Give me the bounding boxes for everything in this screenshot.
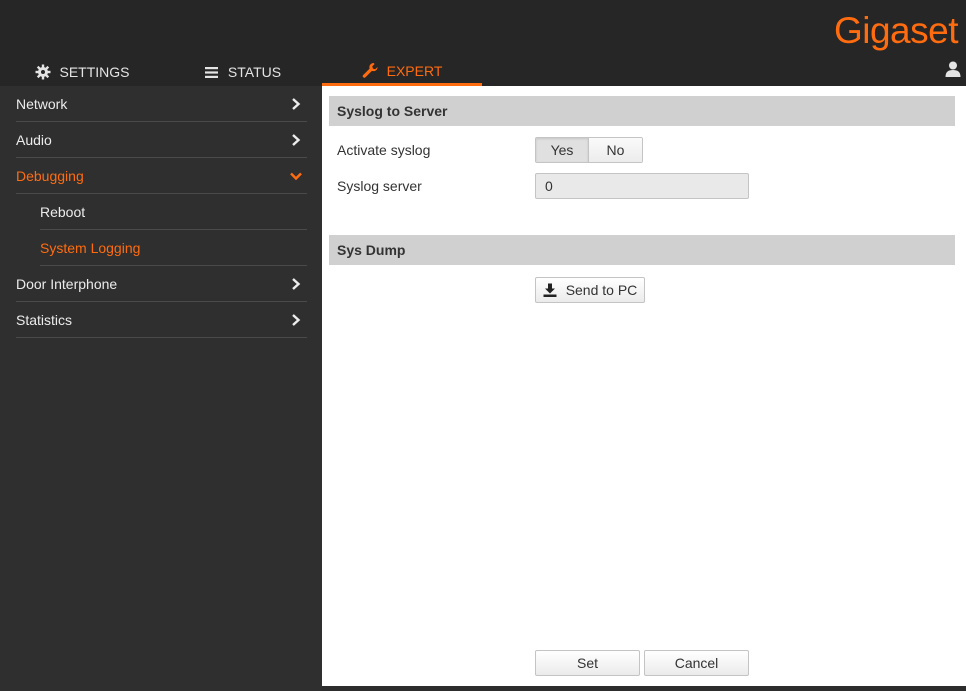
- sidebar-item-reboot[interactable]: Reboot: [40, 194, 307, 230]
- sidebar-item-door-interphone[interactable]: Door Interphone: [16, 266, 307, 302]
- sidebar-item-statistics[interactable]: Statistics: [16, 302, 307, 338]
- cancel-button[interactable]: Cancel: [644, 650, 749, 676]
- main-tabs: SETTINGS STATUS EXPERT: [0, 58, 960, 86]
- gear-icon: [34, 63, 52, 81]
- header-bar: Gigaset SETTINGS STATUS EXPERT: [0, 0, 966, 86]
- activate-syslog-label: Activate syslog: [337, 142, 431, 158]
- chevron-right-icon: [289, 313, 303, 327]
- set-button[interactable]: Set: [535, 650, 640, 676]
- tab-settings-label: SETTINGS: [59, 64, 130, 80]
- sidebar-item-debugging[interactable]: Debugging: [16, 158, 307, 194]
- sidebar: Network Audio Debugging Reboot System Lo…: [0, 86, 322, 691]
- sidebar-item-label: Network: [16, 95, 68, 112]
- send-to-pc-button[interactable]: Send to PC: [535, 277, 645, 303]
- sysdump-section-title: Sys Dump: [329, 235, 955, 265]
- syslog-server-input[interactable]: [535, 173, 749, 199]
- wrench-icon: [362, 62, 380, 80]
- sidebar-item-label: Audio: [16, 131, 52, 148]
- chevron-down-icon: [289, 169, 303, 183]
- sidebar-item-network[interactable]: Network: [16, 86, 307, 122]
- main-content: Syslog to Server Activate syslog Yes No …: [322, 86, 966, 686]
- tab-settings[interactable]: SETTINGS: [2, 58, 162, 86]
- sidebar-item-label: Debugging: [16, 167, 84, 184]
- sidebar-item-audio[interactable]: Audio: [16, 122, 307, 158]
- no-option[interactable]: No: [589, 138, 642, 162]
- tab-expert[interactable]: EXPERT: [322, 58, 482, 86]
- yes-option[interactable]: Yes: [536, 138, 589, 162]
- download-icon: [543, 283, 557, 297]
- chevron-right-icon: [289, 277, 303, 291]
- gigaset-logo: Gigaset: [833, 10, 959, 51]
- send-to-pc-label: Send to PC: [565, 282, 638, 298]
- user-icon[interactable]: [944, 60, 962, 78]
- tab-status-label: STATUS: [227, 64, 282, 80]
- sidebar-item-system-logging[interactable]: System Logging: [40, 230, 307, 266]
- sidebar-item-label: Door Interphone: [16, 275, 118, 292]
- sidebar-item-label: Reboot: [40, 203, 86, 220]
- sidebar-item-label: Statistics: [16, 311, 73, 328]
- syslog-section-title: Syslog to Server: [329, 96, 955, 126]
- chevron-right-icon: [289, 97, 303, 111]
- tab-status[interactable]: STATUS: [162, 58, 322, 86]
- chevron-right-icon: [289, 133, 303, 147]
- activate-syslog-toggle: Yes No: [535, 137, 643, 163]
- syslog-server-label: Syslog server: [337, 178, 422, 194]
- tab-expert-label: EXPERT: [386, 62, 443, 79]
- sidebar-item-label: System Logging: [40, 239, 141, 256]
- list-icon: [203, 63, 221, 81]
